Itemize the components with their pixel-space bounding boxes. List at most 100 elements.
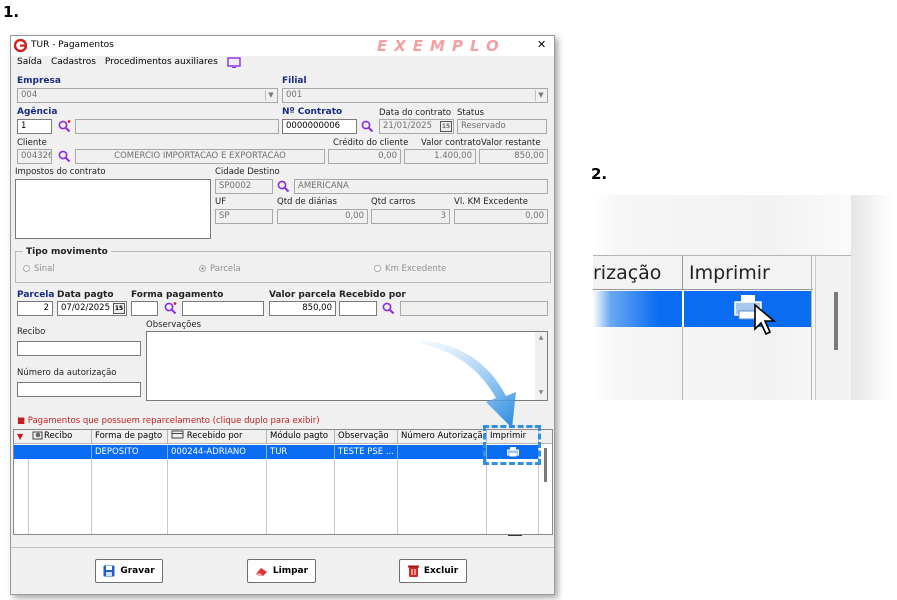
radio-icon	[23, 265, 30, 272]
cell-observacao: TESTE PSE ...	[335, 445, 398, 459]
excluir-button[interactable]: Excluir	[399, 559, 467, 583]
header-observacao[interactable]: Observação	[335, 430, 398, 444]
eraser-icon	[255, 567, 267, 576]
payments-window: TUR - Pagamentos EXEMPLO ✕ Saída Cadastr…	[10, 35, 555, 595]
carros-field: 3	[371, 209, 450, 224]
search-icon[interactable]	[58, 120, 71, 133]
app-logo-icon	[14, 39, 27, 52]
zoom-grid-line	[811, 256, 812, 400]
impostos-textarea[interactable]	[15, 179, 211, 239]
zoom-shadow	[851, 195, 893, 400]
gravar-button[interactable]: Gravar	[95, 559, 163, 583]
credito-label: Crédito do cliente	[333, 138, 409, 148]
data-pagto-input[interactable]: 07/02/2025 15	[57, 301, 127, 316]
search-icon[interactable]	[277, 180, 290, 193]
grid-scrollbar-thumb[interactable]	[544, 448, 547, 482]
step-1-label: 1.	[3, 3, 20, 21]
limpar-button[interactable]: Limpar	[247, 559, 316, 583]
zoom-grid-line	[682, 291, 684, 327]
grid-line	[334, 459, 335, 534]
empresa-label: Empresa	[17, 76, 61, 86]
header-forma[interactable]: Forma de pagto	[92, 430, 168, 444]
search-icon[interactable]	[382, 302, 395, 315]
radio-icon	[374, 265, 381, 272]
calendar-icon[interactable]: 15	[440, 121, 452, 132]
observacoes-scrollbar[interactable]: ▲ ▼	[535, 332, 547, 400]
parcela-input[interactable]: 2	[17, 301, 53, 316]
agencia-input[interactable]: 1	[17, 119, 52, 134]
contrato-label: Nº Contrato	[282, 107, 343, 117]
zoom-selected-row[interactable]	[593, 291, 812, 336]
cliente-name-field: COMERCIO IMPORTACAO E EXPORTACAO	[75, 149, 325, 164]
zoom-scrollbar-thumb[interactable]	[834, 292, 838, 350]
filial-combo[interactable]: 001 ▼	[282, 88, 548, 103]
header-autorizacao[interactable]: Número Autorização	[398, 430, 487, 444]
diarias-label: Qtd de diárias	[277, 197, 337, 207]
close-button[interactable]: ✕	[537, 38, 546, 51]
uf-field: SP	[215, 209, 273, 224]
recebido-code-input[interactable]	[339, 301, 377, 316]
header-recibo[interactable]: Recibo	[29, 430, 92, 444]
data-pagto-value: 07/02/2025	[61, 303, 110, 313]
autorizacao-input[interactable]	[17, 382, 141, 397]
search-icon[interactable]	[164, 302, 177, 315]
table-row[interactable]: DEPOSITO 000244-ADRIANO TUR TESTE PSE ..…	[14, 445, 539, 459]
cell-recebido: 000244-ADRIANO	[168, 445, 267, 459]
recibo-input[interactable]	[17, 341, 141, 356]
radio-km[interactable]: Km Excedente	[374, 264, 446, 274]
pointer-arrow-icon	[421, 340, 516, 428]
zoom-col-left: rização	[593, 262, 662, 284]
calendar-icon[interactable]: 15	[113, 303, 125, 314]
zoom-scrollbar[interactable]	[815, 256, 851, 400]
menu-cadastros[interactable]: Cadastros	[51, 57, 96, 71]
forma-code-input[interactable]	[131, 301, 158, 316]
menu-bar: Saída Cadastros Procedimentos auxiliares	[17, 57, 241, 71]
header-modulo[interactable]: Módulo pagto	[267, 430, 335, 444]
grid-line	[397, 459, 398, 534]
gravar-label: Gravar	[120, 566, 155, 576]
sort-triangle-icon: ▼	[17, 432, 24, 441]
grid-line	[28, 459, 29, 534]
search-icon[interactable]	[361, 120, 374, 133]
cliente-code-field: 004326	[17, 149, 52, 164]
contrato-input[interactable]: 0000000006	[282, 119, 357, 134]
zoom-col-right[interactable]: Imprimir	[689, 262, 770, 284]
save-icon	[103, 565, 115, 577]
empresa-value: 004	[21, 90, 38, 100]
search-icon[interactable]	[58, 150, 71, 163]
agencia-label: Agência	[17, 107, 58, 117]
km-label: Vl. KM Excedente	[454, 197, 528, 207]
monitor-icon[interactable]	[227, 57, 241, 68]
trash-icon	[407, 565, 419, 577]
grid-line	[167, 459, 168, 534]
radio-sinal-label: Sinal	[34, 264, 55, 274]
credito-field: 0,00	[328, 149, 401, 164]
header-recebido[interactable]: Recebido por	[168, 430, 267, 444]
valor-contrato-field: 1.400,00	[404, 149, 476, 164]
receipt-icon	[32, 431, 43, 440]
recibo-label: Recibo	[17, 327, 46, 337]
parcela-label: Parcela	[17, 290, 55, 300]
radio-sinal[interactable]: Sinal	[23, 264, 55, 274]
cell-recibo	[29, 445, 92, 459]
empresa-combo[interactable]: 004 ▼	[17, 88, 278, 103]
reparcelamento-note-text: Pagamentos que possuem reparcelamento (c…	[27, 416, 320, 426]
cliente-label: Cliente	[17, 138, 47, 148]
card-icon	[171, 430, 184, 439]
radio-parcela[interactable]: Parcela	[199, 264, 241, 274]
grid-line	[486, 459, 487, 534]
cell-autorizacao	[398, 445, 487, 459]
cidade-name-field: AMERICANA	[294, 179, 548, 194]
menu-procedimentos[interactable]: Procedimentos auxiliares	[105, 57, 218, 71]
impostos-label: Impostos do contrato	[15, 167, 106, 177]
cell-modulo: TUR	[267, 445, 335, 459]
menu-saida[interactable]: Saída	[17, 57, 42, 71]
data-pagto-label: Data pagto	[57, 290, 114, 300]
tipo-label: Tipo movimento	[23, 247, 111, 257]
cell-forma: DEPOSITO	[92, 445, 168, 459]
payments-grid: ▼ Recibo Forma de pagto Recebido por Mód…	[13, 429, 553, 535]
grid-line	[91, 459, 92, 534]
valor-parcela-input[interactable]: 850,00	[269, 301, 336, 316]
watermark: EXEMPLO	[377, 37, 506, 55]
title-bar: TUR - Pagamentos EXEMPLO ✕	[11, 36, 554, 56]
